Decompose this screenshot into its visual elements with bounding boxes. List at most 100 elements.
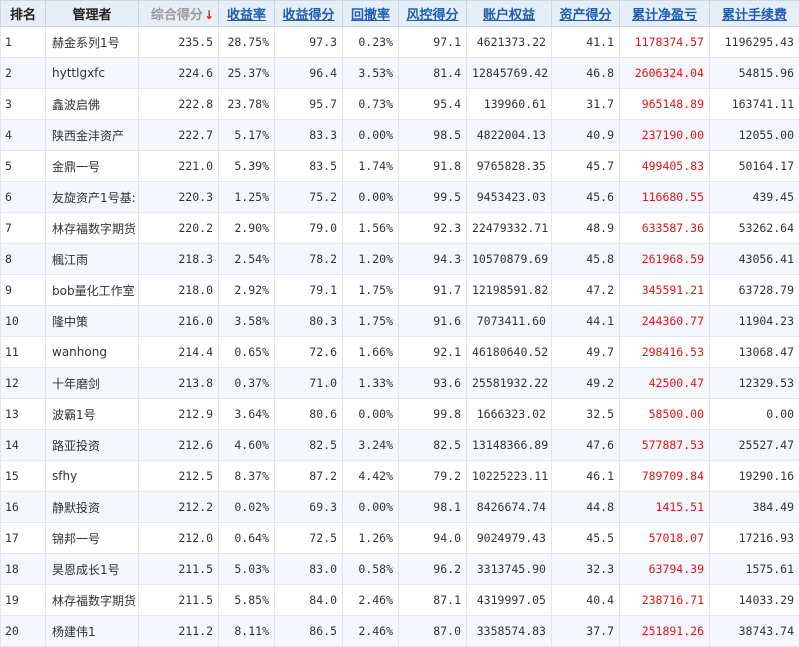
cell-risk-score: 98.1 bbox=[399, 492, 467, 523]
sort-link-asset-score[interactable]: 资产得分 bbox=[559, 8, 611, 23]
cell-cum-fees: 54815.96 bbox=[710, 58, 799, 89]
cell-manager: 鑫波启佛 bbox=[46, 89, 139, 120]
cell-manager: 路亚投资 bbox=[46, 430, 139, 461]
cell-cum-net-pnl: 63794.39 bbox=[620, 554, 710, 585]
cell-manager: 楓江雨 bbox=[46, 244, 139, 275]
cell-total-score: 220.2 bbox=[139, 213, 219, 244]
cell-drawdown: 0.73% bbox=[343, 89, 399, 120]
cell-return-score: 86.5 bbox=[275, 616, 343, 647]
cell-rank: 4 bbox=[1, 120, 46, 151]
cell-total-score: 212.0 bbox=[139, 523, 219, 554]
cell-equity: 12198591.82 bbox=[467, 275, 552, 306]
header-cum-fees[interactable]: 累计手续费 bbox=[710, 1, 799, 27]
cell-equity: 1666323.02 bbox=[467, 399, 552, 430]
cell-cum-net-pnl: 2606324.04 bbox=[620, 58, 710, 89]
header-total-score[interactable]: 综合得分↓ bbox=[139, 1, 219, 27]
sort-link-risk-score[interactable]: 风控得分 bbox=[406, 8, 458, 23]
cell-cum-net-pnl: 577887.53 bbox=[620, 430, 710, 461]
cell-rank: 20 bbox=[1, 616, 46, 647]
cell-cum-net-pnl: 1415.51 bbox=[620, 492, 710, 523]
cell-asset-score: 47.6 bbox=[552, 430, 620, 461]
header-return-rate[interactable]: 收益率 bbox=[219, 1, 275, 27]
cell-manager: 十年磨剑 bbox=[46, 368, 139, 399]
cell-rank: 6 bbox=[1, 182, 46, 213]
sort-link-return-score[interactable]: 收益得分 bbox=[282, 8, 334, 23]
cell-equity: 10570879.69 bbox=[467, 244, 552, 275]
cell-rank: 1 bbox=[1, 27, 46, 58]
sort-link-drawdown[interactable]: 回撤率 bbox=[351, 8, 390, 23]
table-row: 7林存福数字期货220.22.90%79.01.56%92.322479332.… bbox=[1, 213, 799, 244]
cell-return-rate: 0.02% bbox=[219, 492, 275, 523]
cell-return-rate: 5.85% bbox=[219, 585, 275, 616]
cell-risk-score: 93.6 bbox=[399, 368, 467, 399]
cell-risk-score: 91.7 bbox=[399, 275, 467, 306]
cell-return-rate: 0.37% bbox=[219, 368, 275, 399]
cell-drawdown: 1.66% bbox=[343, 337, 399, 368]
cell-drawdown: 0.00% bbox=[343, 182, 399, 213]
table-row: 4陕西金沣资产222.75.17%83.30.00%98.54822004.13… bbox=[1, 120, 799, 151]
header-return-score[interactable]: 收益得分 bbox=[275, 1, 343, 27]
cell-drawdown: 1.75% bbox=[343, 306, 399, 337]
cell-risk-score: 87.0 bbox=[399, 616, 467, 647]
cell-cum-fees: 43056.41 bbox=[710, 244, 799, 275]
cell-cum-fees: 50164.17 bbox=[710, 151, 799, 182]
cell-total-score: 216.0 bbox=[139, 306, 219, 337]
cell-return-score: 80.6 bbox=[275, 399, 343, 430]
table-row: 3鑫波启佛222.823.78%95.70.73%95.4139960.6131… bbox=[1, 89, 799, 120]
header-equity[interactable]: 账户权益 bbox=[467, 1, 552, 27]
cell-rank: 9 bbox=[1, 275, 46, 306]
table-row: 8楓江雨218.32.54%78.21.20%94.310570879.6945… bbox=[1, 244, 799, 275]
cell-return-rate: 1.25% bbox=[219, 182, 275, 213]
cell-total-score: 222.7 bbox=[139, 120, 219, 151]
cell-drawdown: 1.74% bbox=[343, 151, 399, 182]
cell-manager: 林存福数字期货 bbox=[46, 213, 139, 244]
cell-drawdown: 2.46% bbox=[343, 585, 399, 616]
sort-link-cum-net-pnl[interactable]: 累计净盈亏 bbox=[632, 8, 697, 23]
sort-link-equity[interactable]: 账户权益 bbox=[483, 8, 535, 23]
sort-link-cum-fees[interactable]: 累计手续费 bbox=[722, 8, 787, 23]
cell-cum-fees: 19290.16 bbox=[710, 461, 799, 492]
cell-equity: 22479332.71 bbox=[467, 213, 552, 244]
cell-return-score: 69.3 bbox=[275, 492, 343, 523]
cell-asset-score: 47.2 bbox=[552, 275, 620, 306]
table-row: 10隆中策216.03.58%80.31.75%91.67073411.6044… bbox=[1, 306, 799, 337]
sort-link-return-rate[interactable]: 收益率 bbox=[227, 8, 266, 23]
cell-drawdown: 0.00% bbox=[343, 399, 399, 430]
header-drawdown[interactable]: 回撤率 bbox=[343, 1, 399, 27]
cell-risk-score: 94.3 bbox=[399, 244, 467, 275]
cell-return-rate: 3.58% bbox=[219, 306, 275, 337]
cell-cum-net-pnl: 58500.00 bbox=[620, 399, 710, 430]
cell-cum-fees: 12329.53 bbox=[710, 368, 799, 399]
cell-cum-net-pnl: 251891.26 bbox=[620, 616, 710, 647]
cell-total-score: 212.2 bbox=[139, 492, 219, 523]
cell-rank: 7 bbox=[1, 213, 46, 244]
cell-risk-score: 96.2 bbox=[399, 554, 467, 585]
cell-risk-score: 99.5 bbox=[399, 182, 467, 213]
cell-total-score: 214.4 bbox=[139, 337, 219, 368]
cell-return-score: 75.2 bbox=[275, 182, 343, 213]
header-risk-score[interactable]: 风控得分 bbox=[399, 1, 467, 27]
cell-equity: 9453423.03 bbox=[467, 182, 552, 213]
cell-drawdown: 4.42% bbox=[343, 461, 399, 492]
cell-asset-score: 40.4 bbox=[552, 585, 620, 616]
cell-equity: 8426674.74 bbox=[467, 492, 552, 523]
cell-manager: 波霸1号 bbox=[46, 399, 139, 430]
table-row: 5金鼎一号221.05.39%83.51.74%91.89765828.3545… bbox=[1, 151, 799, 182]
cell-equity: 9765828.35 bbox=[467, 151, 552, 182]
cell-return-score: 72.5 bbox=[275, 523, 343, 554]
cell-return-score: 83.5 bbox=[275, 151, 343, 182]
cell-return-rate: 23.78% bbox=[219, 89, 275, 120]
header-asset-score[interactable]: 资产得分 bbox=[552, 1, 620, 27]
cell-equity: 12845769.42 bbox=[467, 58, 552, 89]
cell-cum-net-pnl: 499405.83 bbox=[620, 151, 710, 182]
cell-drawdown: 1.20% bbox=[343, 244, 399, 275]
cell-cum-net-pnl: 237190.00 bbox=[620, 120, 710, 151]
table-row: 1赫金系列1号235.528.75%97.30.23%97.14621373.2… bbox=[1, 27, 799, 58]
cell-manager: sfhy bbox=[46, 461, 139, 492]
cell-asset-score: 48.9 bbox=[552, 213, 620, 244]
header-cum-net-pnl[interactable]: 累计净盈亏 bbox=[620, 1, 710, 27]
cell-manager: 友旋资产1号基: bbox=[46, 182, 139, 213]
cell-cum-fees: 0.00 bbox=[710, 399, 799, 430]
cell-equity: 9024979.43 bbox=[467, 523, 552, 554]
table-row: 6友旋资产1号基:220.31.25%75.20.00%99.59453423.… bbox=[1, 182, 799, 213]
